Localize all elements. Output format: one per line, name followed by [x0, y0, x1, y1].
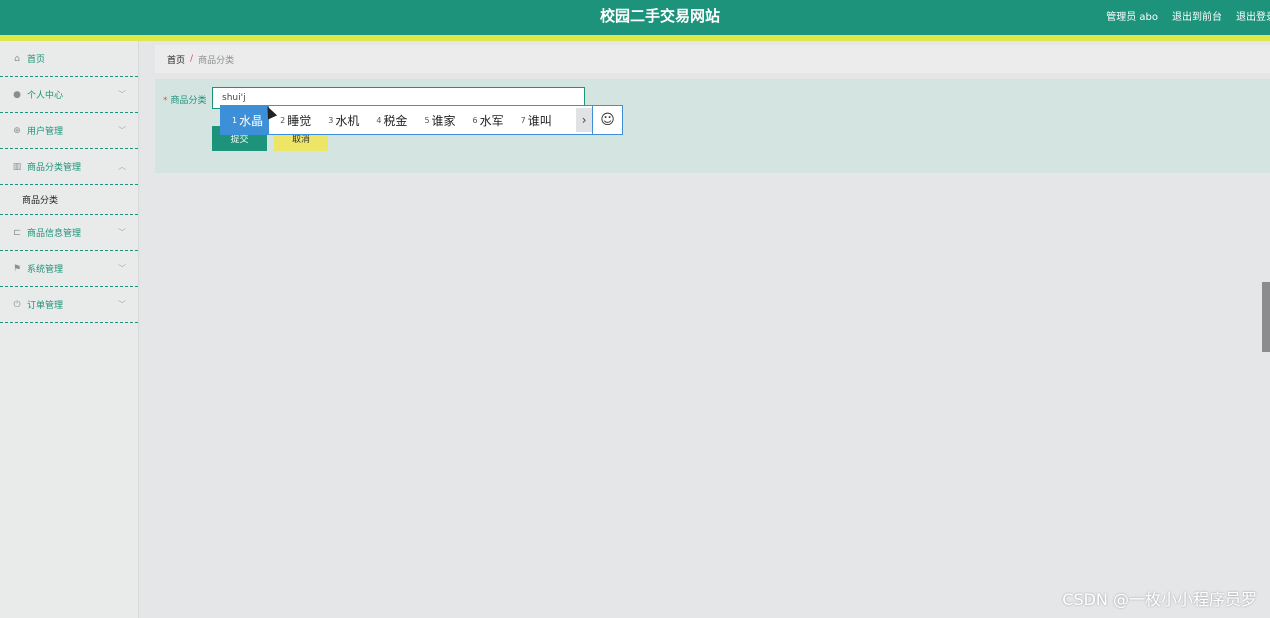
category-field-label: * 商品分类	[163, 93, 207, 106]
user-icon: ●	[13, 89, 21, 100]
ime-candidate[interactable]: 1 水晶	[221, 106, 270, 134]
home-icon: ⌂	[14, 53, 20, 64]
ime-candidate[interactable]: 7 谁叫	[510, 106, 558, 134]
sidebar-item-category-management[interactable]: ▥ 商品分类管理 ︿	[0, 149, 138, 185]
ime-candidate-bar: 1 水晶 2 睡觉 3 水机 4 税金 5 谁家 6 水军 7 谁叫 › ☺	[220, 105, 623, 135]
chevron-up-icon: ︿	[118, 162, 126, 171]
category-label-text: 商品分类	[170, 96, 207, 106]
power-icon: ⏻	[13, 299, 21, 310]
breadcrumb: 首页 / 商品分类	[155, 45, 1270, 73]
breadcrumb-separator: /	[190, 54, 194, 64]
chevron-down-icon: ﹀	[118, 126, 126, 135]
sidebar-item-label: 系统管理	[27, 265, 64, 275]
chevron-down-icon: ﹀	[118, 90, 126, 99]
sidebar-item-label: 首页	[27, 55, 46, 65]
site-title: 校园二手交易网站	[599, 7, 720, 25]
sidebar-subitem-category[interactable]: 商品分类	[0, 185, 138, 215]
sidebar-item-label: 个人中心	[27, 91, 64, 101]
category-icon: ▥	[12, 161, 22, 172]
back-to-front-link[interactable]: 退出到前台	[1172, 8, 1222, 23]
ime-candidate[interactable]: 5 谁家	[413, 106, 461, 134]
sidebar-item-label: 商品分类管理	[27, 163, 82, 173]
breadcrumb-current: 商品分类	[198, 55, 235, 66]
sidebar-item-system[interactable]: ⚑ 系统管理 ﹀	[0, 251, 138, 287]
crop-icon: ⊏	[13, 227, 21, 238]
ime-candidate[interactable]: 4 税金	[365, 106, 413, 134]
chevron-right-icon[interactable]: ›	[576, 108, 593, 132]
header-actions: 管理员 abo 退出到前台 退出登录	[1106, 8, 1270, 23]
sidebar-item-personal-center[interactable]: ● 个人中心 ﹀	[0, 77, 138, 113]
header-stripe	[0, 35, 1270, 41]
top-header: 校园二手交易网站 管理员 abo 退出到前台 退出登录	[0, 0, 1270, 35]
sidebar-item-label: 订单管理	[27, 301, 64, 311]
sidebar-item-home[interactable]: ⌂ 首页	[0, 41, 138, 77]
chevron-down-icon: ﹀	[118, 228, 126, 237]
scrollbar-thumb[interactable]	[1262, 282, 1270, 352]
flag-icon: ⚑	[12, 263, 22, 274]
logout-link[interactable]: 退出登录	[1236, 8, 1270, 23]
watermark: CSDN @一枚小小程序员罗	[1062, 590, 1257, 609]
sidebar-item-orders[interactable]: ⏻ 订单管理 ﹀	[0, 287, 138, 323]
chevron-down-icon: ﹀	[118, 300, 126, 309]
sidebar-item-label: 用户管理	[27, 127, 64, 137]
admin-label: 管理员 abo	[1106, 12, 1158, 23]
required-mark: *	[163, 96, 168, 106]
sidebar-item-user-management[interactable]: ⊕ 用户管理 ﹀	[0, 113, 138, 149]
emoji-icon[interactable]: ☺	[592, 106, 622, 134]
ime-candidate[interactable]: 3 水机	[317, 106, 365, 134]
chevron-down-icon: ﹀	[118, 264, 126, 273]
breadcrumb-home[interactable]: 首页	[167, 53, 185, 66]
users-icon: ⊕	[13, 125, 21, 136]
ime-candidate[interactable]: 2 睡觉	[269, 106, 317, 134]
ime-candidate[interactable]: 6 水军	[462, 106, 510, 134]
sidebar-item-label: 商品信息管理	[27, 229, 82, 239]
sidebar-item-product-info[interactable]: ⊏ 商品信息管理 ﹀	[0, 215, 138, 251]
sidebar: ⌂ 首页 ● 个人中心 ﹀ ⊕ 用户管理 ﹀ ▥ 商品分类管理 ︿ 商品分类 ⊏…	[0, 41, 139, 618]
